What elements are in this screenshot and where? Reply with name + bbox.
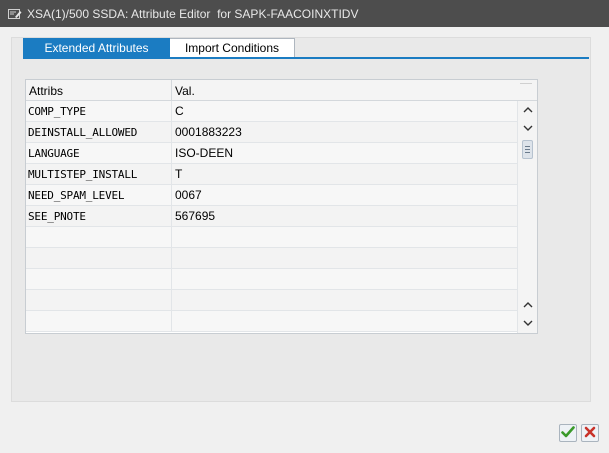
scroll-line-down-button[interactable] [521, 121, 535, 135]
attrib-cell[interactable]: MULTISTEP_INSTALL [26, 164, 172, 184]
table-row-empty[interactable] [26, 227, 517, 248]
table-row[interactable]: COMP_TYPE C [26, 101, 517, 122]
window-titlebar: XSA(1)/500 SSDA: Attribute Editor for SA… [0, 0, 609, 27]
value-cell[interactable]: 0001883223 [172, 122, 517, 142]
column-header-attribs[interactable]: Attribs [26, 80, 172, 101]
cancel-x-icon [584, 426, 596, 441]
tab-extended-attributes[interactable]: Extended Attributes [23, 38, 170, 58]
attrib-cell[interactable] [26, 311, 172, 331]
attrib-cell[interactable]: SEE_PNOTE [26, 206, 172, 226]
checkmark-icon [561, 425, 575, 441]
attrib-cell[interactable]: LANGUAGE [26, 143, 172, 163]
tab-underline [23, 57, 589, 59]
tab-strip: Extended Attributes Import Conditions [23, 38, 295, 58]
value-cell[interactable]: 0067 [172, 185, 517, 205]
table-row-empty[interactable] [26, 248, 517, 269]
table-row[interactable]: SEE_PNOTE 567695 [26, 206, 517, 227]
column-header-value[interactable]: Val. [172, 80, 517, 101]
value-cell[interactable]: ISO-DEEN [172, 143, 517, 163]
table-row[interactable]: MULTISTEP_INSTALL T [26, 164, 517, 185]
window-edit-icon [8, 8, 22, 20]
dialog-body: Extended Attributes Import Conditions At… [0, 27, 609, 453]
table-row-empty[interactable] [26, 311, 517, 332]
value-cell[interactable] [172, 311, 517, 331]
chevron-up-icon [523, 301, 533, 308]
chevron-up-icon [523, 106, 533, 113]
value-cell[interactable] [172, 290, 517, 310]
scroll-line-up-button[interactable] [521, 297, 535, 311]
table-row[interactable]: LANGUAGE ISO-DEEN [26, 143, 517, 164]
value-cell[interactable]: T [172, 164, 517, 184]
attrib-cell[interactable] [26, 248, 172, 268]
attrib-cell[interactable] [26, 227, 172, 247]
value-cell[interactable]: C [172, 101, 517, 121]
value-cell[interactable] [172, 269, 517, 289]
scroll-page-up-button[interactable] [521, 102, 535, 116]
table-row-empty[interactable] [26, 290, 517, 311]
attrib-cell[interactable]: DEINSTALL_ALLOWED [26, 122, 172, 142]
scroll-page-down-button[interactable] [521, 316, 535, 330]
value-cell[interactable]: 567695 [172, 206, 517, 226]
chevron-down-icon [523, 320, 533, 327]
attrib-cell[interactable] [26, 290, 172, 310]
attributes-table: Attribs Val. COMP_TYPE C DEINSTALL_ALLOWE… [25, 79, 538, 334]
content-panel: Extended Attributes Import Conditions At… [11, 37, 591, 402]
vertical-scrollbar[interactable] [517, 101, 537, 333]
table-row[interactable]: DEINSTALL_ALLOWED 0001883223 [26, 122, 517, 143]
cancel-button[interactable] [581, 424, 599, 442]
attrib-cell[interactable]: COMP_TYPE [26, 101, 172, 121]
table-header: Attribs Val. [26, 80, 537, 101]
attrib-cell[interactable] [26, 269, 172, 289]
table-settings-corner[interactable] [517, 80, 537, 101]
window-title: XSA(1)/500 SSDA: Attribute Editor for SA… [27, 6, 359, 21]
scrollbar-thumb[interactable] [522, 140, 533, 159]
chevron-down-icon [523, 125, 533, 132]
table-row-empty[interactable] [26, 269, 517, 290]
attrib-cell[interactable]: NEED_SPAM_LEVEL [26, 185, 172, 205]
value-cell[interactable] [172, 248, 517, 268]
table-row[interactable]: NEED_SPAM_LEVEL 0067 [26, 185, 517, 206]
tab-import-conditions[interactable]: Import Conditions [170, 38, 295, 58]
table-body: COMP_TYPE C DEINSTALL_ALLOWED 0001883223 L… [26, 101, 517, 332]
confirm-button[interactable] [559, 424, 577, 442]
value-cell[interactable] [172, 227, 517, 247]
